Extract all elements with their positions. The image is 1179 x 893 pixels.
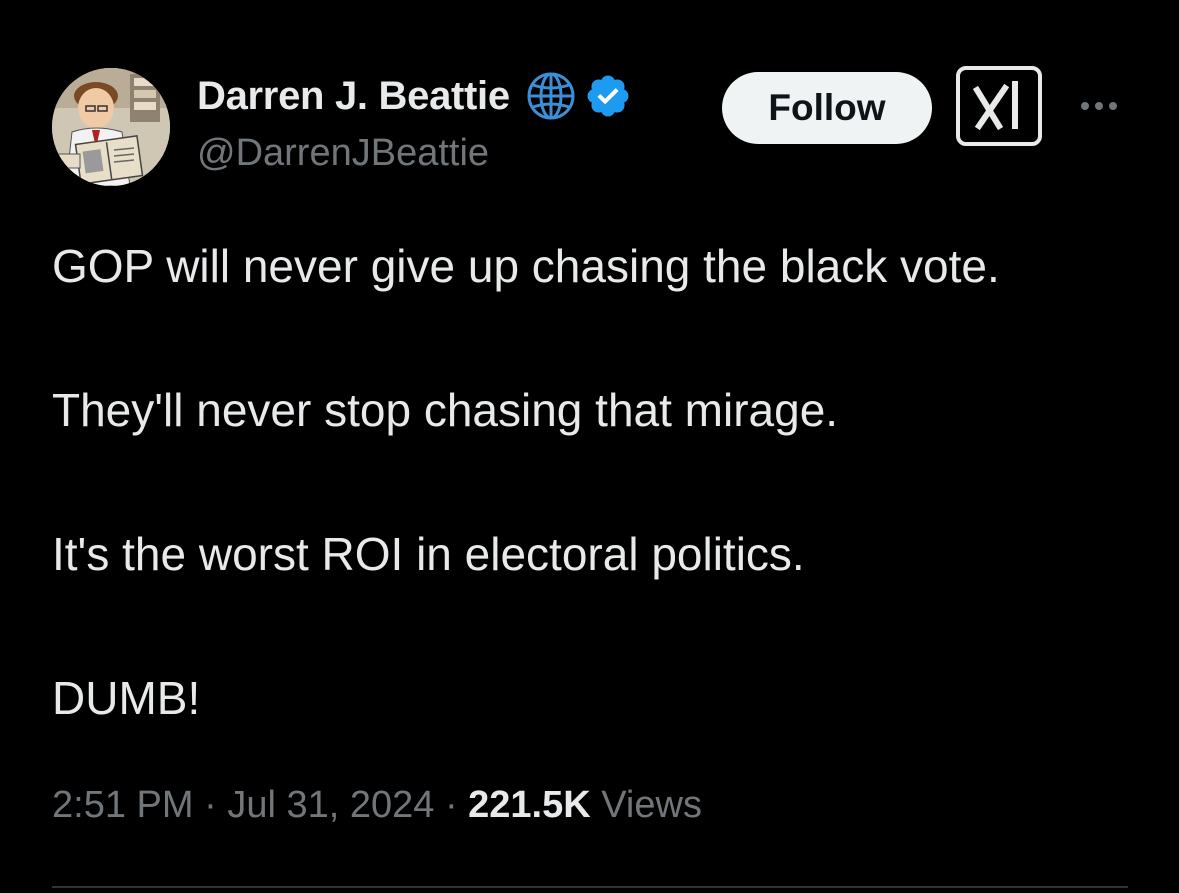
- tweet-paragraph: GOP will never give up chasing the black…: [52, 240, 1000, 292]
- verified-check-icon[interactable]: [584, 72, 632, 120]
- more-dot: [1109, 102, 1117, 110]
- grok-button[interactable]: [956, 66, 1042, 146]
- follow-button[interactable]: Follow: [722, 72, 932, 144]
- more-dots-icon[interactable]: [1074, 86, 1124, 126]
- views-count[interactable]: 221.5K: [468, 784, 591, 826]
- author-display-name[interactable]: Darren J. Beattie: [197, 74, 510, 119]
- tweet-time[interactable]: 2:51 PM: [52, 784, 194, 826]
- meta-separator: ·: [444, 784, 458, 826]
- views-label: Views: [601, 784, 702, 826]
- tweet-date[interactable]: Jul 31, 2024: [227, 784, 434, 826]
- globe-icon[interactable]: [524, 69, 578, 123]
- tweet-paragraph: They'll never stop chasing that mirage.: [52, 384, 839, 436]
- tweet-meta: 2:51 PM · Jul 31, 2024 · 221.5K Views: [52, 784, 702, 827]
- tweet-paragraph: DUMB!: [52, 672, 201, 724]
- meta-separator: ·: [204, 784, 217, 826]
- tweet-text: GOP will never give up chasing the black…: [52, 238, 1152, 726]
- tweet-paragraph: It's the worst ROI in electoral politics…: [52, 528, 805, 580]
- avatar[interactable]: [52, 68, 170, 186]
- more-dot: [1095, 102, 1103, 110]
- author-handle[interactable]: @DarrenJBeattie: [197, 132, 489, 175]
- divider: [52, 886, 1128, 888]
- author-name-row: Darren J. Beattie: [197, 70, 632, 122]
- more-dot: [1081, 102, 1089, 110]
- grok-icon: [972, 81, 1018, 131]
- cartoon-man-reading-book-avatar-icon: [52, 68, 170, 186]
- tweet-card: Darren J. Beattie @DarrenJBeattie Follow: [0, 0, 1179, 893]
